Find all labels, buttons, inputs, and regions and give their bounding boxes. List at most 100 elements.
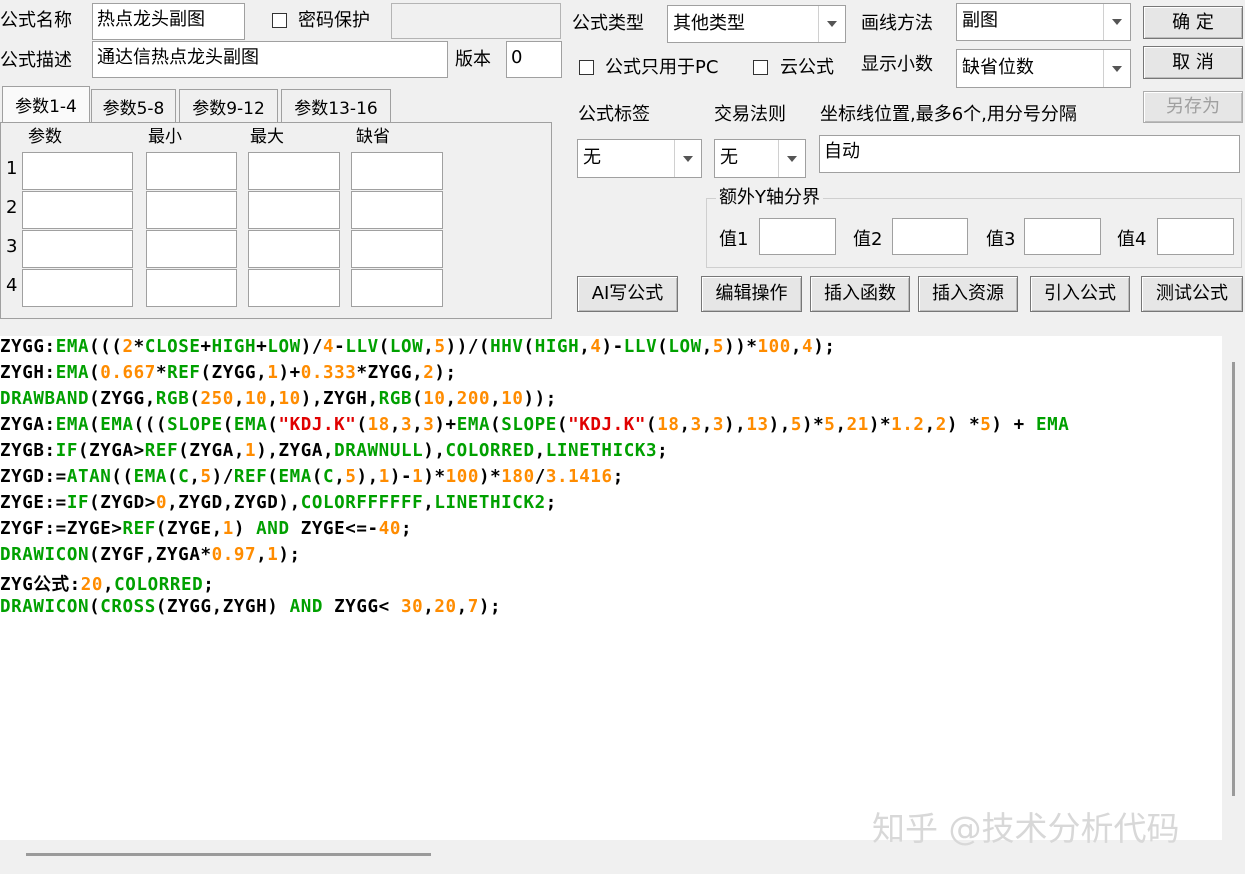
editor-horizontal-scrollbar[interactable] <box>26 853 431 856</box>
formula-type-select[interactable]: 其他类型 <box>667 5 846 43</box>
code-token: 250 <box>200 389 234 409</box>
code-token: , <box>103 575 115 595</box>
code-token: 2 <box>935 415 947 435</box>
code-token: )* <box>868 415 892 435</box>
formula-name-input[interactable]: 热点龙头副图 <box>92 3 245 40</box>
code-token: LINETHICK3 <box>545 441 658 461</box>
param-1-default-input[interactable] <box>351 152 443 190</box>
scrollbar-thumb[interactable] <box>1232 362 1235 796</box>
value2-input[interactable] <box>892 218 968 255</box>
param-header-name: 参数 <box>28 127 62 147</box>
param-2-name-input[interactable] <box>22 191 133 229</box>
trade-rule-select[interactable]: 无 <box>714 139 806 178</box>
param-3-max-input[interactable] <box>248 230 340 268</box>
insert-resource-button[interactable]: 插入资源 <box>918 276 1018 312</box>
code-token: LOW <box>389 337 424 357</box>
formula-desc-input[interactable]: 通达信热点龙头副图 <box>92 41 448 78</box>
code-token: HHV <box>490 337 524 357</box>
import-formula-button[interactable]: 引入公式 <box>1030 276 1130 312</box>
code-token: ZYG公式: <box>0 575 81 595</box>
param-2-default-input[interactable] <box>351 191 443 229</box>
code-token: , <box>412 415 424 435</box>
cancel-button[interactable]: 取 消 <box>1143 46 1243 79</box>
decimals-select[interactable]: 缺省位数 <box>956 49 1131 88</box>
code-token: , <box>423 337 435 357</box>
code-token: SLOPE <box>167 415 223 435</box>
extra-y-axis-label: 额外Y轴分界 <box>716 187 823 209</box>
draw-method-select[interactable]: 副图 <box>956 3 1131 41</box>
param-1-min-input[interactable] <box>146 152 237 190</box>
code-line: ZYG公式:20,COLORRED; <box>0 571 214 596</box>
version-input[interactable]: 0 <box>506 41 562 78</box>
tab-params-13-16[interactable]: 参数13-16 <box>281 89 391 122</box>
code-token: (ZYGA> <box>77 441 145 461</box>
param-3-min-input[interactable] <box>146 230 237 268</box>
param-3-name-input[interactable] <box>22 230 133 268</box>
chevron-down-icon[interactable] <box>818 6 845 42</box>
param-4-name-input[interactable] <box>22 269 133 307</box>
param-header-max: 最大 <box>250 127 284 147</box>
password-checkbox[interactable] <box>272 13 287 28</box>
code-token: )+ <box>434 415 457 435</box>
chevron-down-icon[interactable] <box>778 140 805 177</box>
tab-params-9-12[interactable]: 参数9-12 <box>179 89 278 122</box>
code-token: LOW <box>668 337 702 357</box>
ai-write-formula-button[interactable]: AI写公式 <box>577 276 678 312</box>
code-token: DRAWBAND <box>0 389 90 409</box>
cloud-checkbox[interactable] <box>753 60 768 75</box>
code-token: 2 <box>423 363 435 383</box>
editor-vertical-scrollbar[interactable] <box>1222 336 1245 840</box>
code-token: )* <box>423 467 446 487</box>
formula-tag-select[interactable]: 无 <box>577 139 702 178</box>
code-token: 0.97 <box>211 545 257 565</box>
value1-input[interactable] <box>759 218 836 255</box>
param-2-max-input[interactable] <box>248 191 340 229</box>
code-token: * <box>133 337 145 357</box>
value4-input[interactable] <box>1157 218 1234 255</box>
formula-desc-label: 公式描述 <box>0 50 72 71</box>
code-token: (ZYGF,ZYGA* <box>89 545 212 565</box>
param-1-max-input[interactable] <box>248 152 340 190</box>
watermark: 知乎 @技术分析代码 <box>872 809 1180 848</box>
code-token: EMA <box>55 415 90 435</box>
code-token: (( <box>111 467 134 487</box>
pc-only-checkbox[interactable] <box>579 60 594 75</box>
formula-code-editor[interactable]: ZYGG:EMA(((2*CLOSE+HIGH+LOW)/4-LLV(LOW,5… <box>0 336 1222 840</box>
param-4-max-input[interactable] <box>248 269 340 307</box>
value3-input[interactable] <box>1024 218 1101 255</box>
code-token: DRAWNULL <box>334 441 424 461</box>
code-token: C <box>323 467 335 487</box>
param-3-default-input[interactable] <box>351 230 443 268</box>
param-4-min-input[interactable] <box>146 269 237 307</box>
axis-position-label: 坐标线位置,最多6个,用分号分隔 <box>820 104 1077 125</box>
ok-button[interactable]: 确 定 <box>1143 6 1243 39</box>
chevron-down-icon[interactable] <box>1103 4 1130 40</box>
chevron-down-icon[interactable] <box>674 140 701 177</box>
code-token: 4 <box>323 337 335 357</box>
save-as-button[interactable]: 另存为 <box>1143 91 1243 123</box>
code-token: ), <box>768 415 791 435</box>
tab-params-5-8[interactable]: 参数5-8 <box>91 89 176 122</box>
value2-label: 值2 <box>853 229 883 250</box>
code-token: DRAWICON <box>0 597 90 617</box>
tab-params-1-4[interactable]: 参数1-4 <box>2 86 90 122</box>
code-token: 0.667 <box>100 363 156 383</box>
param-row-number: 1 <box>6 158 18 179</box>
code-token: )* <box>802 415 825 435</box>
axis-position-input[interactable]: 自动 <box>819 135 1240 173</box>
chevron-down-icon[interactable] <box>1103 50 1130 87</box>
param-1-name-input[interactable] <box>22 152 133 190</box>
param-2-min-input[interactable] <box>146 191 237 229</box>
code-token: )+ <box>278 363 301 383</box>
password-input[interactable] <box>391 3 561 39</box>
code-token: 5 <box>434 337 446 357</box>
code-token: )* <box>479 467 502 487</box>
draw-method-value: 副图 <box>962 10 998 31</box>
code-token: )/ <box>211 467 234 487</box>
insert-function-button[interactable]: 插入函数 <box>810 276 910 312</box>
test-formula-button[interactable]: 测试公式 <box>1141 276 1243 312</box>
code-token: 5 <box>790 415 803 435</box>
code-token: , <box>456 597 468 617</box>
param-4-default-input[interactable] <box>351 269 443 307</box>
edit-operation-button[interactable]: 编辑操作 <box>701 276 802 312</box>
